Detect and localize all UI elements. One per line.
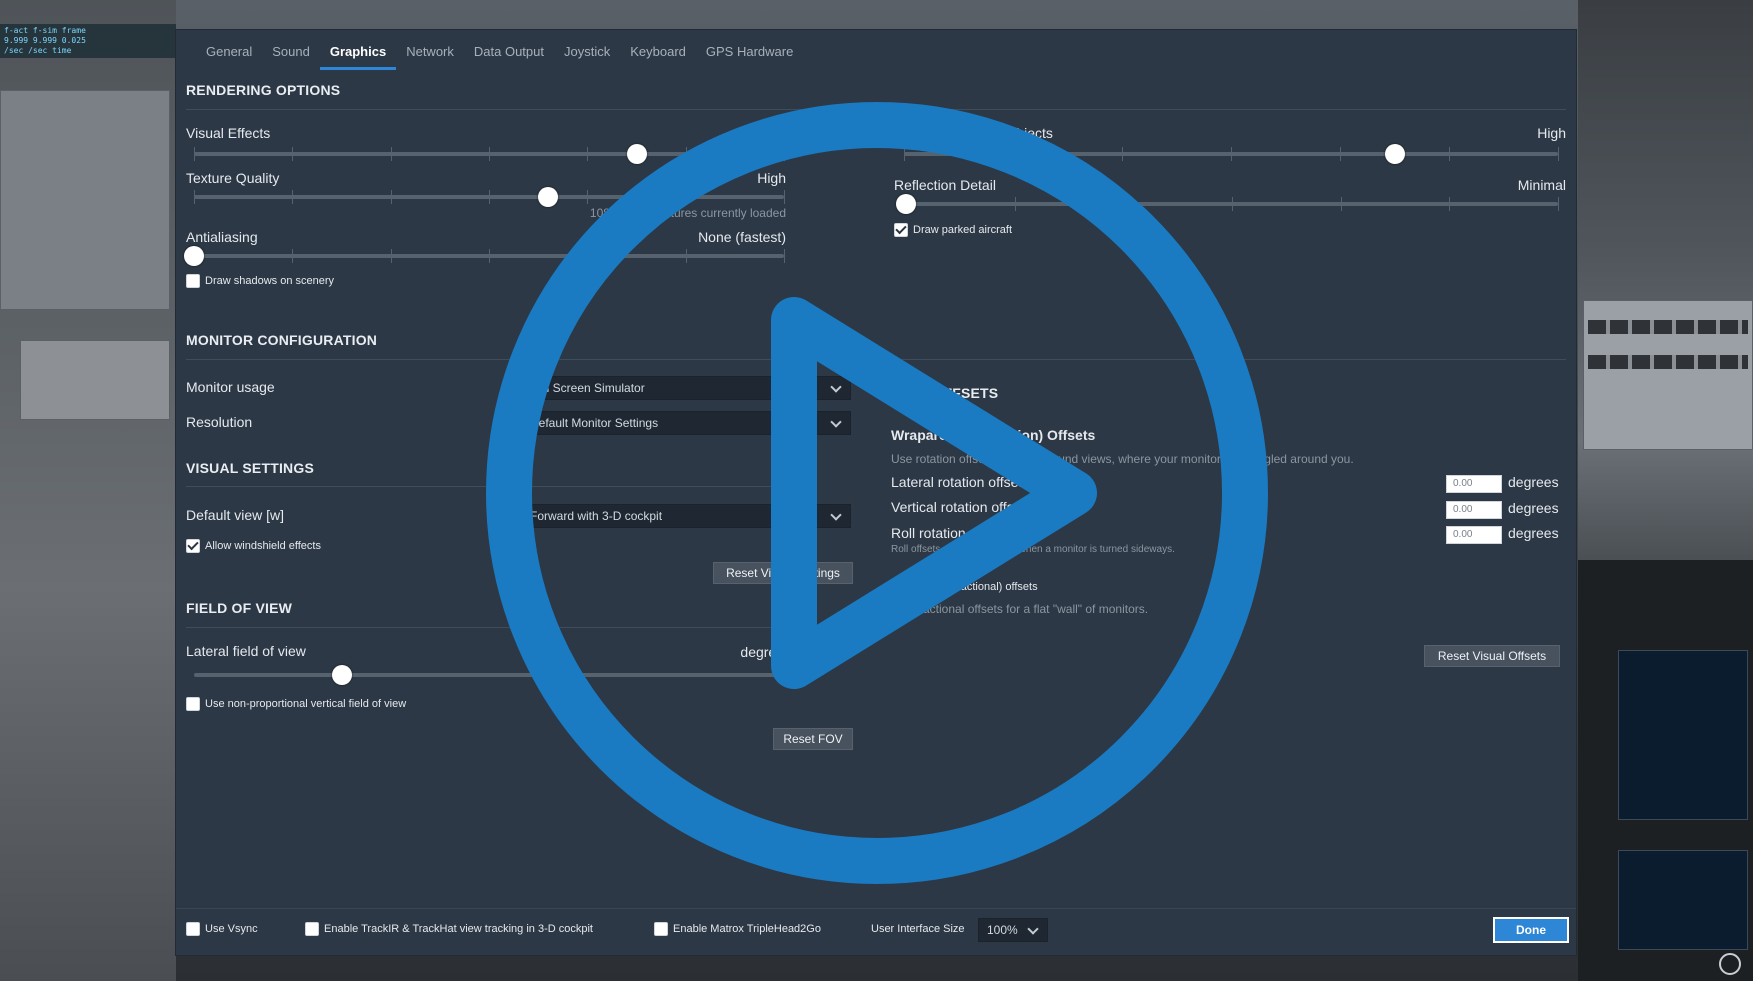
reload-icon[interactable] [1719, 953, 1741, 975]
tab-general[interactable]: General [196, 44, 262, 70]
visual-effects-label: Visual Effects [186, 125, 271, 141]
slider-knob[interactable] [1385, 144, 1405, 164]
nonprop-fov-option[interactable]: Use non-proportional vertical field of v… [186, 697, 406, 711]
hud-line: f-act f-sim frame [4, 26, 86, 35]
matrox-checkbox[interactable] [654, 922, 668, 936]
antialiasing-label: Antialiasing [186, 229, 258, 245]
lateral-fov-label: Lateral field of view [186, 643, 306, 659]
trackir-checkbox[interactable] [305, 922, 319, 936]
world-objects-value: High [1537, 125, 1566, 141]
slider-tick [194, 190, 195, 204]
lateral-rotation-input[interactable]: 0.00 [1446, 475, 1502, 493]
hud-line: 9.999 9.999 0.025 [4, 36, 86, 45]
slider-tick [1341, 197, 1342, 211]
slider-tick [292, 147, 293, 161]
vsync-label: Use Vsync [205, 923, 258, 935]
cockpit-panel [1578, 560, 1753, 981]
rendering-options-title: RENDERING OPTIONS [186, 82, 341, 98]
windshield-effects-label: Allow windshield effects [205, 540, 321, 552]
windshield-effects-option[interactable]: Allow windshield effects [186, 539, 321, 553]
slider-tick [1449, 147, 1450, 161]
hud-line: /sec /sec time [4, 46, 72, 55]
ui-size-value: 100% [987, 923, 1018, 937]
draw-shadows-option[interactable]: Draw shadows on scenery [186, 274, 334, 288]
slider-knob[interactable] [184, 246, 204, 266]
slider-knob[interactable] [332, 665, 352, 685]
framerate-readout: f-act f-sim frame 9.999 9.999 0.025 /sec… [0, 24, 176, 58]
chevron-down-icon [1027, 923, 1039, 935]
field-of-view-title: FIELD OF VIEW [186, 600, 293, 616]
slider-tick [194, 147, 195, 161]
tab-gps-hardware[interactable]: GPS Hardware [696, 44, 803, 70]
monitor-configuration-title: MONITOR CONFIGURATION [186, 332, 378, 348]
vsync-checkbox[interactable] [186, 922, 200, 936]
terminal-windows [1588, 355, 1748, 369]
reset-visual-offsets-button[interactable]: Reset Visual Offsets [1424, 645, 1560, 667]
slider-tick [391, 249, 392, 263]
slider-tick [1449, 197, 1450, 211]
slider-tick [391, 147, 392, 161]
draw-shadows-label: Draw shadows on scenery [205, 275, 335, 287]
tab-network[interactable]: Network [396, 44, 464, 70]
slider-tick [292, 190, 293, 204]
done-button[interactable]: Done [1493, 917, 1569, 943]
ui-size-select[interactable]: 100% [978, 918, 1048, 942]
default-view-label: Default view [w] [186, 507, 285, 523]
texture-quality-label: Texture Quality [186, 170, 280, 186]
visual-settings-title: VISUAL SETTINGS [186, 460, 314, 476]
slider-tick [1558, 197, 1559, 211]
tab-keyboard[interactable]: Keyboard [620, 44, 696, 70]
terminal-windows [1588, 320, 1748, 334]
cockpit-display [1618, 850, 1748, 950]
terminal-building [0, 90, 170, 310]
roll-rotation-input[interactable]: 0.00 [1446, 526, 1502, 544]
windshield-effects-checkbox[interactable] [186, 539, 200, 553]
play-triangle-icon [771, 297, 1097, 689]
airport-scene-left [0, 0, 176, 981]
ground-vehicle [20, 340, 170, 420]
ui-size-label: User Interface Size [871, 923, 965, 935]
play-circle-outline [486, 102, 1268, 884]
cockpit-display [1618, 650, 1748, 820]
footer-divider [176, 908, 1576, 909]
tab-graphics[interactable]: Graphics [319, 44, 397, 70]
reflection-detail-value: Minimal [1517, 177, 1566, 193]
nonprop-fov-label: Use non-proportional vertical field of v… [205, 698, 407, 710]
trackir-label: Enable TrackIR & TrackHat view tracking … [324, 923, 593, 935]
vertical-rotation-unit: degrees [1508, 500, 1559, 516]
lateral-rotation-unit: degrees [1508, 474, 1559, 490]
settings-tabs: General Sound Graphics Network Data Outp… [196, 44, 803, 70]
monitor-usage-label: Monitor usage [186, 379, 275, 395]
nonprop-fov-checkbox[interactable] [186, 697, 200, 711]
tab-joystick[interactable]: Joystick [554, 44, 620, 70]
tab-sound[interactable]: Sound [262, 44, 320, 70]
vsync-option[interactable]: Use Vsync [186, 922, 258, 936]
slider-tick [1340, 147, 1341, 161]
video-play-button[interactable] [474, 90, 1280, 896]
resolution-label: Resolution [186, 414, 253, 430]
tab-data-output[interactable]: Data Output [464, 44, 554, 70]
trackir-option[interactable]: Enable TrackIR & TrackHat view tracking … [305, 922, 593, 936]
matrox-option[interactable]: Enable Matrox TripleHead2Go [654, 922, 821, 936]
roll-rotation-unit: degrees [1508, 525, 1559, 541]
slider-tick [292, 249, 293, 263]
draw-shadows-checkbox[interactable] [186, 274, 200, 288]
slider-tick [1558, 147, 1559, 161]
matrox-label: Enable Matrox TripleHead2Go [673, 923, 821, 935]
vertical-rotation-input[interactable]: 0.00 [1446, 501, 1502, 519]
slider-tick [391, 190, 392, 204]
